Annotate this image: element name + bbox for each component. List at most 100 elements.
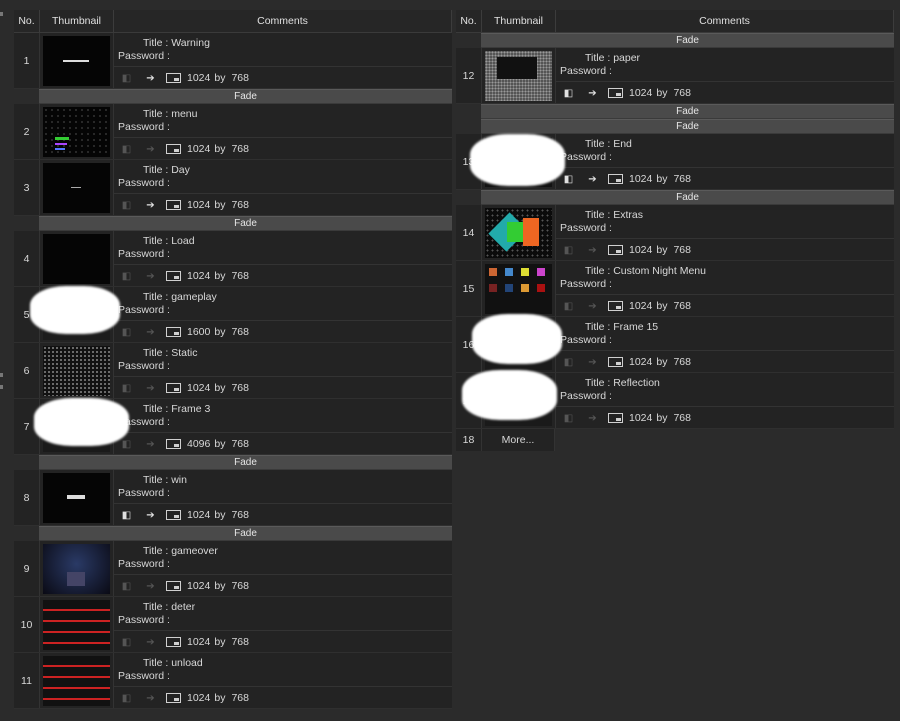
frame-height[interactable]: 768 [673,412,691,424]
fade-transition-bar[interactable]: Fade [481,104,894,119]
frame-height[interactable]: 768 [231,580,249,592]
frame-width[interactable]: 1600 [187,326,210,338]
frame-row[interactable]: 3 Title : Day Password : ◧ ➔ 1024 by 768 [14,160,452,216]
transition-in-icon[interactable]: ◧ [560,357,577,368]
transition-in-icon[interactable]: ◧ [560,301,577,312]
frame-thumbnail[interactable] [43,162,110,213]
transition-in-icon[interactable]: ◧ [118,200,135,211]
frame-height[interactable]: 768 [231,382,249,394]
frame-size-icon[interactable] [166,439,181,449]
frame-thumbnail[interactable] [43,35,110,86]
frame-width[interactable]: 1024 [187,692,210,704]
transition-out-icon[interactable]: ➔ [142,637,159,648]
frame-thumbnail[interactable] [43,472,110,523]
frame-size-icon[interactable] [166,73,181,83]
frame-size-icon[interactable] [166,327,181,337]
fade-transition-bar[interactable]: Fade [481,33,894,48]
frame-width[interactable]: 4096 [187,438,210,450]
transition-out-icon[interactable]: ➔ [584,245,601,256]
frame-size-icon[interactable] [608,301,623,311]
thumbnail-cell[interactable] [40,231,114,286]
frame-row[interactable]: 11 Title : unload Password : ◧ ➔ 1024 by 768 [14,653,452,709]
frame-size-icon[interactable] [166,581,181,591]
transition-out-icon[interactable]: ➔ [584,174,601,185]
frame-size-icon[interactable] [166,510,181,520]
frame-size-icon[interactable] [166,271,181,281]
frame-height[interactable]: 768 [231,72,249,84]
transition-out-icon[interactable]: ➔ [142,581,159,592]
frame-width[interactable]: 1024 [187,636,210,648]
frame-thumbnail[interactable] [43,599,110,650]
frame-height[interactable]: 768 [673,244,691,256]
frame-thumbnail[interactable] [43,345,110,396]
frame-thumbnail[interactable] [43,655,110,706]
frame-width[interactable]: 1024 [187,143,210,155]
transition-out-icon[interactable]: ➔ [142,439,159,450]
frame-width[interactable]: 1024 [629,87,652,99]
frame-size-icon[interactable] [608,245,623,255]
transition-in-icon[interactable]: ◧ [560,413,577,424]
thumbnail-cell[interactable] [40,343,114,398]
frame-title[interactable]: Custom Night Menu [613,265,706,277]
transition-in-icon[interactable]: ◧ [118,73,135,84]
frame-row[interactable]: 10 Title : deter Password : ◧ ➔ 1024 by 768 [14,597,452,653]
transition-in-icon[interactable]: ◧ [118,271,135,282]
thumbnail-cell[interactable] [40,653,114,708]
transition-in-icon[interactable]: ◧ [560,88,577,99]
frame-title[interactable]: Reflection [613,377,660,389]
frame-width[interactable]: 1024 [187,580,210,592]
thumbnail-cell[interactable] [40,33,114,88]
frame-height[interactable]: 768 [231,326,249,338]
transition-in-icon[interactable]: ◧ [118,327,135,338]
frame-row[interactable]: 12 Title : paper Password : ◧ ➔ 1024 by 768 [456,48,894,104]
frame-row[interactable]: 15 Title : Custom Night Menu Password : ◧ ➔ 1… [456,261,894,317]
frame-title[interactable]: Frame 3 [171,403,210,415]
transition-out-icon[interactable]: ➔ [142,73,159,84]
frame-title[interactable]: End [613,138,632,150]
frame-width[interactable]: 1024 [629,244,652,256]
transition-out-icon[interactable]: ➔ [584,301,601,312]
frame-size-icon[interactable] [608,174,623,184]
frame-thumbnail[interactable] [485,207,552,258]
frame-thumbnail[interactable] [485,50,552,101]
frame-width[interactable]: 1024 [629,412,652,424]
frame-title[interactable]: gameover [171,545,218,557]
thumbnail-cell[interactable] [482,205,556,260]
frame-width[interactable]: 1024 [187,72,210,84]
frame-row[interactable]: 4 Title : Load Password : ◧ ➔ 1024 by 768 [14,231,452,287]
frame-height[interactable]: 768 [673,173,691,185]
transition-in-icon[interactable]: ◧ [118,637,135,648]
transition-out-icon[interactable]: ➔ [142,510,159,521]
frame-height[interactable]: 768 [231,270,249,282]
frame-title[interactable]: gameplay [171,291,217,303]
fade-transition-bar[interactable]: Fade [39,89,452,104]
frame-title[interactable]: Frame 15 [613,321,658,333]
thumbnail-cell[interactable] [482,261,556,316]
transition-out-icon[interactable]: ➔ [584,413,601,424]
transition-in-icon[interactable]: ◧ [118,510,135,521]
frame-title[interactable]: win [171,474,187,486]
fade-transition-bar[interactable]: Fade [39,216,452,231]
transition-in-icon[interactable]: ◧ [118,439,135,450]
frame-title[interactable]: menu [171,108,197,120]
thumbnail-cell[interactable] [40,160,114,215]
fade-transition-bar[interactable]: Fade [39,455,452,470]
frame-width[interactable]: 1024 [187,382,210,394]
frame-size-icon[interactable] [166,383,181,393]
transition-out-icon[interactable]: ➔ [142,693,159,704]
frame-thumbnail[interactable] [43,106,110,157]
transition-in-icon[interactable]: ◧ [118,144,135,155]
transition-out-icon[interactable]: ➔ [584,357,601,368]
frame-thumbnail[interactable] [43,543,110,594]
frame-height[interactable]: 768 [231,636,249,648]
frame-size-icon[interactable] [608,357,623,367]
transition-in-icon[interactable]: ◧ [560,245,577,256]
transition-out-icon[interactable]: ➔ [142,271,159,282]
frame-row[interactable]: 1 Title : Warning Password : ◧ ➔ 1024 by 768 [14,33,452,89]
frame-height[interactable]: 768 [673,356,691,368]
frame-height[interactable]: 768 [231,143,249,155]
frame-size-icon[interactable] [166,144,181,154]
frame-title[interactable]: Extras [613,209,643,221]
frame-width[interactable]: 1024 [629,356,652,368]
frame-width[interactable]: 1024 [187,509,210,521]
